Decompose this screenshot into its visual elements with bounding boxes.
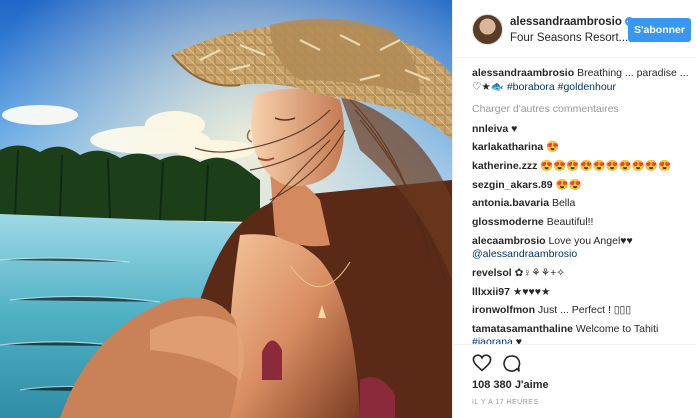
comment-text: Just ... Perfect ! ▯▯▯	[537, 304, 632, 317]
comment-username[interactable]: nnleiva	[472, 123, 508, 135]
comment-item: alecaambrosio Love you Angel♥♥ @alessandr…	[472, 235, 692, 262]
comment-text: 😍	[546, 141, 560, 154]
comment-text: ★♥♥♥★	[512, 285, 551, 298]
hashtag-goldenhour[interactable]: #goldenhour	[558, 81, 616, 93]
author-username[interactable]: alessandraambrosio	[510, 16, 622, 28]
post-side-panel: alessandraambrosio Four Seasons Resort..…	[452, 0, 696, 418]
comment-item: antonia.bavaria Bella	[472, 197, 692, 211]
post-photo[interactable]	[0, 0, 452, 418]
comment-username[interactable]: katherine.zzz	[472, 160, 537, 172]
comment-mention[interactable]: @alessandraambrosio	[472, 248, 577, 260]
comment-item: katherine.zzz 😍😍😍😍😍😍😍😍😍😍	[472, 160, 692, 174]
post-timestamp[interactable]: IL Y A 17 HEURES	[472, 399, 539, 406]
comment-icon[interactable]	[502, 354, 521, 373]
comment-text: 😍😍😍😍😍😍😍😍😍😍	[540, 159, 672, 172]
comment-username[interactable]: antonia.bavaria	[472, 197, 549, 209]
heart-icon[interactable]	[472, 354, 492, 372]
hashtag-borabora[interactable]: #borabora	[507, 81, 555, 93]
comment-username[interactable]: sezgin_akars.89	[472, 179, 553, 191]
comment-username[interactable]: alecaambrosio	[472, 235, 546, 247]
comments-list: alessandraambrosio Breathing ... paradis…	[472, 67, 692, 355]
post-header: alessandraambrosio Four Seasons Resort..…	[453, 0, 696, 58]
comment-username[interactable]: tamatasamanthaline	[472, 323, 573, 335]
author-username-row[interactable]: alessandraambrosio	[510, 16, 634, 28]
comment-text: Beautiful!!	[546, 215, 594, 228]
location-link[interactable]: Four Seasons Resort...	[510, 32, 628, 44]
comment-username[interactable]: revelsol	[472, 267, 512, 279]
beach-portrait-image	[0, 0, 452, 418]
comment-text: Welcome to Tahiti	[575, 322, 659, 335]
comment-item: glossmoderne Beautiful!!	[472, 216, 692, 230]
comment-item: ironwolfmon Just ... Perfect ! ▯▯▯	[472, 304, 692, 318]
comment-text: Love you Angel♥♥	[548, 234, 633, 247]
comment-item: sezgin_akars.89 😍😍	[472, 179, 692, 193]
instagram-post: alessandraambrosio Four Seasons Resort..…	[0, 0, 696, 418]
load-more-comments-link[interactable]: Charger d'autres commentaires	[472, 103, 692, 117]
comment-text: Bella	[551, 197, 576, 210]
comment-text: 😍😍	[555, 178, 582, 191]
comment-username[interactable]: karlakatharina	[472, 141, 543, 153]
comment-text: ♥	[511, 122, 518, 135]
avatar[interactable]	[472, 14, 503, 45]
post-caption: alessandraambrosio Breathing ... paradis…	[472, 67, 692, 94]
caption-username[interactable]: alessandraambrosio	[472, 67, 574, 79]
comment-text: ✿♀⚘⚘+✧	[514, 266, 566, 279]
post-actions: 108 380 J'aime IL Y A 17 HEURES	[453, 344, 696, 418]
comment-username[interactable]: lllxxii97	[472, 286, 510, 298]
likes-count[interactable]: 108 380 J'aime	[472, 379, 549, 391]
follow-button[interactable]: S'abonner	[628, 18, 691, 42]
comment-item: karlakatharina 😍	[472, 141, 692, 155]
comment-item: revelsol ✿♀⚘⚘+✧	[472, 267, 692, 281]
comment-item: nnleiva ♥	[472, 123, 692, 137]
comment-username[interactable]: ironwolfmon	[472, 304, 535, 316]
comment-item: lllxxii97 ★♥♥♥★	[472, 286, 692, 300]
comment-username[interactable]: glossmoderne	[472, 216, 544, 228]
